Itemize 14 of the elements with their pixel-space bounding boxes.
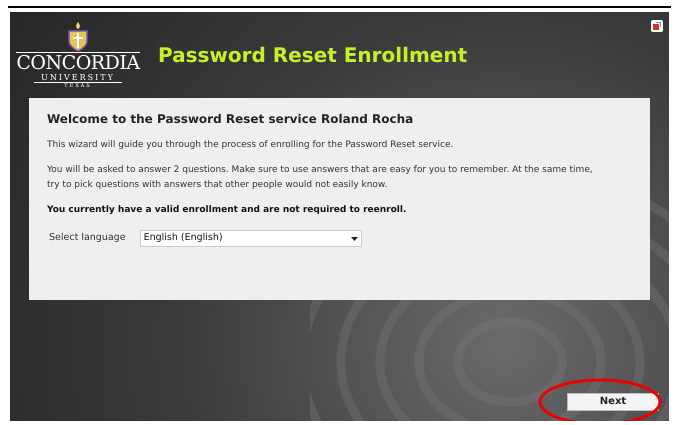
corner-button[interactable] xyxy=(651,20,663,32)
language-label: Select language xyxy=(49,231,126,246)
exit-icon xyxy=(653,22,661,30)
language-select[interactable]: English (English) xyxy=(140,230,362,247)
dropdown-caret-icon xyxy=(350,236,358,240)
logo-subtitle: UNIVERSITY xyxy=(41,72,115,82)
next-button[interactable]: Next xyxy=(567,392,659,410)
instruction-text: This wizard will guide you through the process of enrolling for the Password Reset service. xyxy=(47,139,454,152)
welcome-heading: Welcome to the Password Reset service Roland Rocha xyxy=(47,111,414,128)
shield-icon xyxy=(67,22,89,52)
logo-name: CONCORDIA xyxy=(16,52,140,72)
page-title: Password Reset Enrollment xyxy=(158,42,468,69)
instruction-text: You will be asked to answer 2 questions. Make sure to use answers that are easy for you to remember. At the same time, try to pick questions with answers that other people would not easily know. xyxy=(47,164,594,192)
enrollment-status: You currently have a valid enrollment and are not required to reenroll. xyxy=(47,204,408,217)
